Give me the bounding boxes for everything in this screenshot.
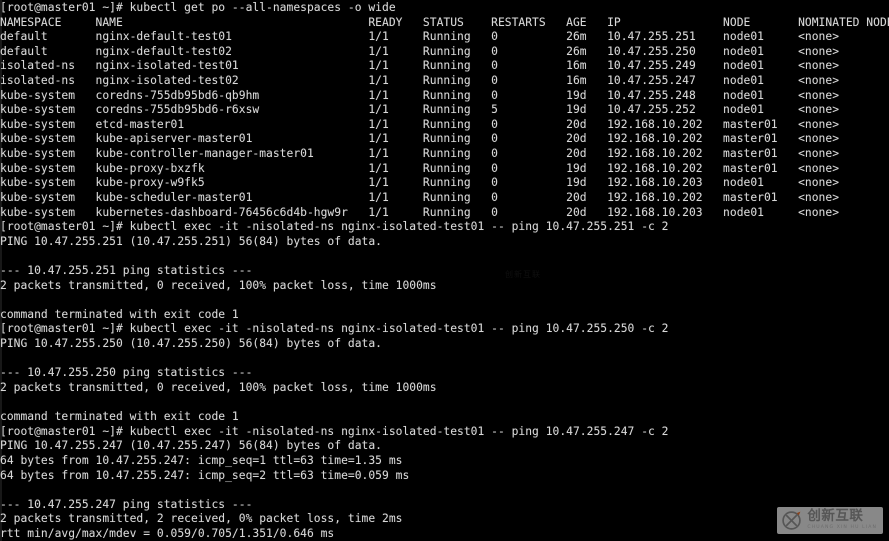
terminal-line: isolated-ns nginx-isolated-test01 1/1 Ru… [0, 59, 840, 73]
chuangxin-logo-icon [782, 511, 802, 530]
terminal-line: NAMESPACE NAME READY STATUS RESTARTS AGE… [0, 15, 889, 29]
terminal-line: [root@master01 ~]# kubectl get po --all-… [0, 1, 396, 14]
terminal-line: kube-system etcd-master01 1/1 Running 0 … [0, 117, 840, 131]
terminal-line: kube-system kube-proxy-w9fk5 1/1 Running… [0, 176, 840, 190]
terminal-line: [root@master01 ~]# kubectl exec -it -nis… [0, 220, 669, 234]
watermark-text-group: 创新互联 CHUANG XIN HU LIAN [807, 510, 877, 530]
terminal-line: --- 10.47.255.251 ping statistics --- [0, 263, 253, 277]
terminal-line: 64 bytes from 10.47.255.247: icmp_seq=2 … [0, 468, 410, 482]
terminal-line: default nginx-default-test01 1/1 Running… [0, 30, 840, 44]
terminal-line: PING 10.47.255.247 (10.47.255.247) 56(84… [0, 439, 382, 453]
terminal-line: PING 10.47.255.250 (10.47.255.250) 56(84… [0, 337, 382, 351]
terminal-line: PING 10.47.255.251 (10.47.255.251) 56(84… [0, 234, 382, 248]
terminal-line: kube-system coredns-755db95bd6-qb9hm 1/1… [0, 88, 840, 102]
watermark-brand-pinyin: CHUANG XIN HU LIAN [807, 524, 877, 530]
terminal-line: command terminated with exit code 1 [0, 307, 239, 321]
terminal-line: isolated-ns nginx-isolated-test02 1/1 Ru… [0, 74, 840, 88]
terminal-line: kube-system coredns-755db95bd6-r6xsw 1/1… [0, 103, 840, 117]
terminal-window[interactable]: 创新互联 [root@master01 ~]# kubectl get po -… [0, 0, 889, 541]
terminal-line: kube-system kube-scheduler-master01 1/1 … [0, 190, 840, 204]
terminal-line: kube-system kubernetes-dashboard-76456c6… [0, 205, 840, 219]
terminal-line: 2 packets transmitted, 0 received, 100% … [0, 380, 437, 394]
terminal-line: rtt min/avg/max/mdev = 0.059/0.705/1.351… [0, 526, 335, 540]
terminal-output[interactable]: [root@master01 ~]# kubectl get po --all-… [0, 1, 889, 541]
terminal-line: --- 10.47.255.250 ping statistics --- [0, 366, 253, 380]
terminal-line: kube-system kube-apiserver-master01 1/1 … [0, 132, 840, 146]
terminal-line: command terminated with exit code 1 [0, 410, 239, 424]
terminal-line: 64 bytes from 10.47.255.247: icmp_seq=1 … [0, 453, 403, 467]
terminal-line: 2 packets transmitted, 2 received, 0% pa… [0, 512, 403, 526]
terminal-line: 2 packets transmitted, 0 received, 100% … [0, 278, 437, 292]
terminal-line: --- 10.47.255.247 ping statistics --- [0, 497, 253, 511]
site-watermark: 创新互联 CHUANG XIN HU LIAN [777, 507, 883, 534]
terminal-line: kube-system kube-controller-manager-mast… [0, 147, 840, 161]
terminal-line: kube-system kube-proxy-bxzfk 1/1 Running… [0, 161, 840, 175]
terminal-line: default nginx-default-test02 1/1 Running… [0, 44, 840, 58]
terminal-line: [root@master01 ~]# kubectl exec -it -nis… [0, 322, 669, 336]
watermark-brand-cn: 创新互联 [807, 508, 864, 525]
terminal-line: [root@master01 ~]# kubectl exec -it -nis… [0, 424, 669, 438]
